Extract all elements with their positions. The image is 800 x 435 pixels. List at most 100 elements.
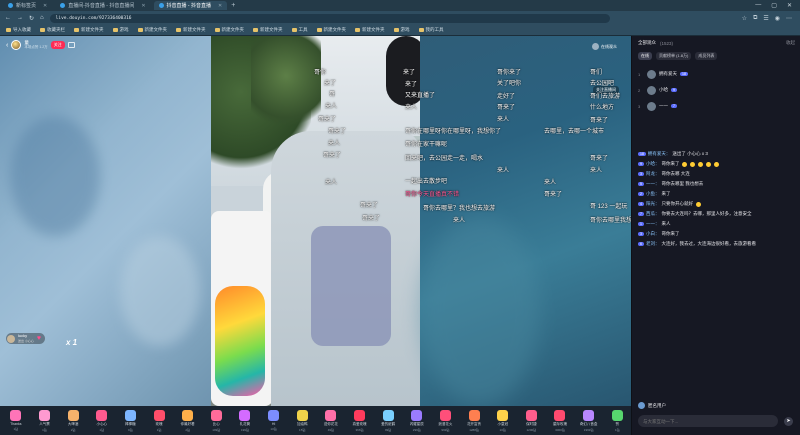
gift-item[interactable]: 你最好看 2钻 [174,407,202,434]
bookmark-item[interactable]: 新建文件夹 [176,27,206,33]
browser-tab[interactable]: 直播间-抖音直播 - 抖音直播间 ✕ [55,1,150,10]
gift-name: 爱的纸鹤 [381,421,396,426]
chat-input[interactable] [638,415,778,427]
gift-item[interactable]: 人气票 1钻 [31,407,59,434]
gift-item[interactable]: 加油鸭 15钻 [288,407,316,434]
folder-icon [176,28,181,32]
bookmark-item[interactable]: 游戏 [112,27,129,33]
gift-item[interactable]: 花开富贵 1288钻 [460,407,488,434]
bookmark-item[interactable]: 新建文件夹 [355,27,385,33]
gift-item[interactable]: 礼花筒 199钻 [231,407,259,434]
reload-icon[interactable]: ↻ [29,15,34,22]
star-icon[interactable]: ☆ [742,15,747,22]
gift-price: 299钻 [412,427,421,432]
level-badge: 3 [638,172,644,176]
gift-price: 49钻 [327,427,335,432]
url-field[interactable]: live.douyin.com/927336400316 [49,13,610,23]
danmaku-comment: 来人 [590,168,603,174]
live-video[interactable] [211,36,420,406]
rank-item[interactable]: 1 拥有爱天 18 [638,66,796,82]
chat-username[interactable]: 小哈： [646,161,660,167]
bookmark-item[interactable]: 游戏 [393,27,410,33]
profile-icon[interactable]: ◉ [775,15,780,22]
gift-item[interactable]: 爱的纸鹤 99钻 [374,407,402,434]
gift-item[interactable]: 保时捷 1200钻 [518,407,546,434]
minimize-button[interactable]: — [755,2,761,9]
gift-item[interactable]: 赞 1钻 [603,407,631,434]
chat-text: 来人 [661,221,671,226]
bookmark-item[interactable]: 工具 [291,27,308,33]
gift-item[interactable]: 比心 199钻 [202,407,230,434]
maximize-button[interactable]: ▢ [771,2,777,9]
bookmark-item[interactable]: 新建文件夹 [316,27,346,33]
chat-username[interactable]: 阿龙： [646,171,660,177]
gift-item[interactable]: 闪耀星辰 299钻 [403,407,431,434]
menu-icon[interactable]: ⋯ [786,15,792,22]
gift-name: 你最好看 [180,421,195,426]
new-tab-icon[interactable]: + [231,2,235,9]
gift-item[interactable]: 棒棒糖 9钻 [117,407,145,434]
level-badge: 9 [638,162,644,166]
chat-username[interactable]: 西瓜： [646,211,660,217]
send-icon[interactable]: ➤ [784,417,793,426]
gift-price: 2钻 [70,427,76,432]
favorites-icon[interactable]: ☰ [763,15,768,22]
streamer-avatar[interactable] [11,40,22,50]
tab-title: 抖音直播 - 抖音直播 [166,3,211,9]
bookmark-item[interactable]: 新建文件夹 [253,27,283,33]
gift-item[interactable]: 玫瑰 1钻 [145,407,173,434]
browser-tab-active[interactable]: 抖音直播 - 抖音直播 ✕ [153,1,228,10]
self-user-row: 匿名用户 [638,402,796,409]
chat-username[interactable]: 拥有爱天： [648,151,671,157]
chat-username[interactable]: 老刘： [646,241,660,247]
favicon-icon [8,3,13,8]
gift-item[interactable]: 星际玫瑰 3000钻 [546,407,574,434]
close-tab-icon[interactable]: ✕ [218,3,222,9]
danmaku-comment: 来人 [453,218,466,224]
gift-price: 1288钻 [469,427,479,432]
gift-item[interactable]: 小心心 1钻 [88,407,116,434]
extensions-icon[interactable]: ⧉ [753,15,757,22]
close-window-button[interactable]: ✕ [787,2,792,9]
chat-username[interactable]: 小鱼： [646,191,660,197]
forward-icon[interactable]: → [17,15,23,21]
blur-shape [120,236,200,346]
gift-item[interactable]: 奇幻八音盒 1999钻 [575,407,603,434]
rank-item[interactable]: 3 一一 7 [638,98,796,114]
tab-online[interactable]: 在线 [638,52,652,60]
bookmark-item[interactable]: 新建文件夹 [137,27,168,33]
share-icon[interactable] [67,42,75,48]
browser-tab[interactable]: 新标签页 ✕ [3,1,52,10]
chat-header: 全部观众 (1523) 收起 [632,36,800,50]
bookmark-item[interactable]: 导入收藏 [6,27,31,33]
close-tab-icon[interactable]: ✕ [43,3,47,9]
online-viewers[interactable]: 在线观众 [592,43,617,50]
rank-item[interactable]: 2 小哈 9 [638,82,796,98]
close-tab-icon[interactable]: ✕ [141,3,145,9]
bookmark-item[interactable]: 收藏夹栏 [40,27,65,33]
tab-contribution[interactable]: 贡献榜单 (1.8万) [656,52,692,60]
bookmark-label: 新建文件夹 [144,27,168,32]
gift-item[interactable]: 浪漫花火 999钻 [432,407,460,434]
chat-username[interactable]: 小白： [646,231,660,237]
collapse-button[interactable]: 收起 [786,40,800,46]
gift-item[interactable]: 大啤酒 2钻 [59,407,87,434]
chat-username[interactable]: 一一： [646,221,660,227]
gift-item[interactable]: Thanks 1钻 [2,407,30,434]
back-arrow-icon[interactable]: ‹ [6,42,8,49]
chat-username[interactable]: 阳光： [646,201,660,207]
gift-name: 棒棒糖 [125,421,136,426]
follow-button[interactable]: 关注 [50,41,65,49]
home-icon[interactable]: ⌂ [40,15,44,21]
gift-item[interactable]: 小皇冠 10钻 [489,407,517,434]
bookmark-item[interactable]: 新建文件夹 [74,27,104,33]
gift-icon [38,409,50,421]
gift-item[interactable]: 送你花花 49钻 [317,407,345,434]
back-icon[interactable]: ← [5,15,11,21]
bookmark-item[interactable]: 新建文件夹 [214,27,244,33]
chat-username[interactable]: 一一： [646,181,660,187]
tab-members[interactable]: 成员列表 [695,52,718,60]
gift-item[interactable]: 真爱玫瑰 366钻 [346,407,374,434]
gift-item[interactable]: Hi 10钻 [260,407,288,434]
bookmark-item[interactable]: 我的工具 [418,27,444,33]
